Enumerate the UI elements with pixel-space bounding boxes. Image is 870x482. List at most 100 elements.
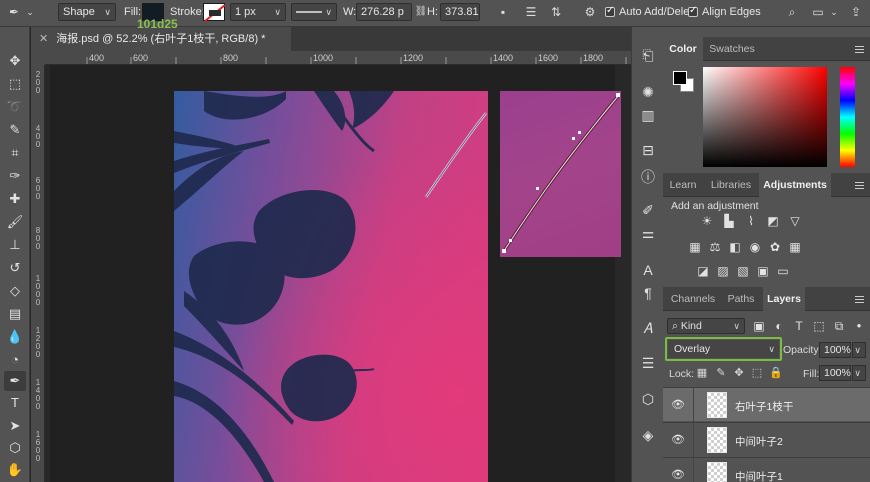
brightness-contrast-icon[interactable]: ☀ <box>699 213 715 229</box>
pen-tool-icon[interactable]: ✒ <box>4 371 26 391</box>
gear-icon[interactable]: ⚙ <box>582 4 598 20</box>
pen-tool-icon[interactable]: ✒ <box>6 4 22 20</box>
canvas-area[interactable] <box>45 65 631 482</box>
visibility-eye-icon[interactable]: 👁 <box>671 398 685 412</box>
share-icon[interactable]: ⇪ <box>848 4 864 20</box>
history-panel-icon[interactable]: ⎗ <box>637 45 659 65</box>
eraser-tool-icon[interactable]: ◇ <box>4 281 26 301</box>
navigator-panel-icon[interactable]: ✺ <box>637 82 659 102</box>
paragraph-panel-icon[interactable]: ¶ <box>637 283 659 303</box>
gradient-map-icon[interactable]: ▭ <box>775 263 791 279</box>
workspace-chevron-icon[interactable]: ⌄ <box>826 4 842 20</box>
3d-panel-icon[interactable]: ⬡ <box>637 389 659 409</box>
move-tool-icon[interactable]: ✥ <box>4 51 26 71</box>
layer-row[interactable]: 👁 中间叶子1 <box>663 457 870 482</box>
tab-color[interactable]: Color <box>663 37 703 61</box>
layer-row[interactable]: 👁 中间叶子2 <box>663 422 870 457</box>
libraries-panel-icon[interactable]: ☰ <box>637 353 659 373</box>
path-operations-icon[interactable]: ▪ <box>495 4 511 20</box>
levels-icon[interactable]: ▙ <box>721 213 737 229</box>
align-edges-checkbox[interactable] <box>688 5 698 17</box>
foreground-color-swatch[interactable] <box>673 71 687 85</box>
crop-tool-icon[interactable]: ⌗ <box>4 143 26 163</box>
panel-menu-icon[interactable] <box>855 46 864 53</box>
photo-filter-icon[interactable]: ◉ <box>747 239 763 255</box>
opacity-dropdown[interactable] <box>852 342 866 358</box>
filter-type-icon[interactable]: T <box>791 318 807 334</box>
tab-adjustments[interactable]: Adjustments <box>759 173 831 197</box>
channel-mixer-icon[interactable]: ✿ <box>767 239 783 255</box>
filter-shape-icon[interactable]: ⬚ <box>811 318 827 334</box>
threshold-icon[interactable]: ▧ <box>735 263 751 279</box>
layer-filter-kind-select[interactable]: ⌕ Kind <box>667 318 745 334</box>
color-picker-field[interactable] <box>703 67 827 167</box>
layer-row[interactable]: 👁 右叶子1枝干 <box>663 387 870 422</box>
character-panel-icon[interactable]: A <box>637 260 659 280</box>
close-tab-icon[interactable]: ✕ <box>39 33 48 45</box>
hue-slider[interactable] <box>840 67 855 167</box>
dodge-tool-icon[interactable]: ◔ <box>4 350 26 370</box>
marquee-tool-icon[interactable]: ⬚ <box>4 74 26 94</box>
eyedropper-tool-icon[interactable]: ✑ <box>4 166 26 186</box>
path-selection-tool-icon[interactable]: ➤ <box>4 416 26 436</box>
path-arrangement-icon[interactable]: ⇅ <box>548 4 564 20</box>
history-brush-tool-icon[interactable]: ↺ <box>4 258 26 278</box>
lasso-tool-icon[interactable]: ➰ <box>4 97 26 117</box>
color-balance-icon[interactable]: ⚖ <box>707 239 723 255</box>
tab-libraries[interactable]: Libraries <box>705 173 757 197</box>
tab-paths[interactable]: Paths <box>721 287 761 311</box>
workspace-icon[interactable]: ▭ <box>810 4 826 20</box>
auto-add-delete-checkbox[interactable] <box>605 5 615 17</box>
fill-field[interactable]: 100% <box>819 365 851 381</box>
info-panel-icon[interactable]: ⓘ <box>637 167 659 187</box>
gradient-tool-icon[interactable]: ▤ <box>4 304 26 324</box>
visibility-eye-icon[interactable]: 👁 <box>671 433 685 447</box>
glyphs-panel-icon[interactable]: 𝐴 <box>637 318 659 338</box>
filter-toggle-icon[interactable]: ● <box>851 318 867 334</box>
invert-icon[interactable]: ◪ <box>695 263 711 279</box>
color-lookup-icon[interactable]: ▦ <box>787 239 803 255</box>
tab-swatches[interactable]: Swatches <box>705 37 759 61</box>
visibility-eye-icon[interactable]: 👁 <box>671 468 685 482</box>
width-field[interactable]: 276.28 p <box>356 3 412 21</box>
histogram-panel-icon[interactable]: ▥ <box>637 105 659 125</box>
poster-artboard[interactable] <box>174 91 488 482</box>
adjust-panel-icon[interactable]: ⚌ <box>637 223 659 243</box>
timeline-panel-icon[interactable]: ◈ <box>637 425 659 445</box>
panel-menu-icon[interactable] <box>855 296 864 303</box>
blend-mode-select[interactable]: Overlay <box>665 337 782 361</box>
selective-color-icon[interactable]: ▣ <box>755 263 771 279</box>
tab-learn[interactable]: Learn <box>663 173 703 197</box>
brush-settings-panel-icon[interactable]: ✐ <box>637 200 659 220</box>
stroke-swatch[interactable] <box>203 3 226 22</box>
height-field[interactable]: 373.81 p <box>440 3 480 21</box>
filter-adjustment-icon[interactable]: ◐ <box>771 318 787 334</box>
lock-all-icon[interactable]: 🔒 <box>769 367 783 379</box>
exposure-icon[interactable]: ◩ <box>765 213 781 229</box>
filter-pixel-icon[interactable]: ▣ <box>751 318 767 334</box>
brush-tool-icon[interactable]: 🖌 <box>4 212 26 232</box>
filter-smart-object-icon[interactable]: ⧉ <box>831 318 847 334</box>
quick-select-tool-icon[interactable]: ✎ <box>4 120 26 140</box>
curves-icon[interactable]: ⌇ <box>743 213 759 229</box>
fill-dropdown[interactable] <box>852 365 866 381</box>
shape-tool-icon[interactable]: ⬡ <box>4 438 26 458</box>
type-tool-icon[interactable]: T <box>4 393 26 413</box>
stroke-style-select[interactable] <box>291 3 337 21</box>
lock-position-icon[interactable]: ✥ <box>733 367 745 379</box>
hue-saturation-icon[interactable]: ▦ <box>687 239 703 255</box>
lock-transparent-icon[interactable]: ▦ <box>696 367 708 379</box>
vibrance-icon[interactable]: ▽ <box>787 213 803 229</box>
blur-tool-icon[interactable]: 💧 <box>4 327 26 347</box>
zoomed-path-preview[interactable] <box>500 91 621 257</box>
black-white-icon[interactable]: ◧ <box>727 239 743 255</box>
lock-image-icon[interactable]: ✎ <box>715 367 727 379</box>
healing-brush-tool-icon[interactable]: ✚ <box>4 189 26 209</box>
hand-tool-icon[interactable]: ✋ <box>4 460 26 480</box>
path-alignment-icon[interactable]: ☰ <box>523 4 539 20</box>
stroke-width-field[interactable]: 1 px <box>230 3 286 21</box>
clone-stamp-tool-icon[interactable]: ⊥ <box>4 235 26 255</box>
search-icon[interactable]: ⌕ <box>784 4 800 20</box>
tab-channels[interactable]: Channels <box>667 287 719 311</box>
tab-layers[interactable]: Layers <box>763 287 805 311</box>
